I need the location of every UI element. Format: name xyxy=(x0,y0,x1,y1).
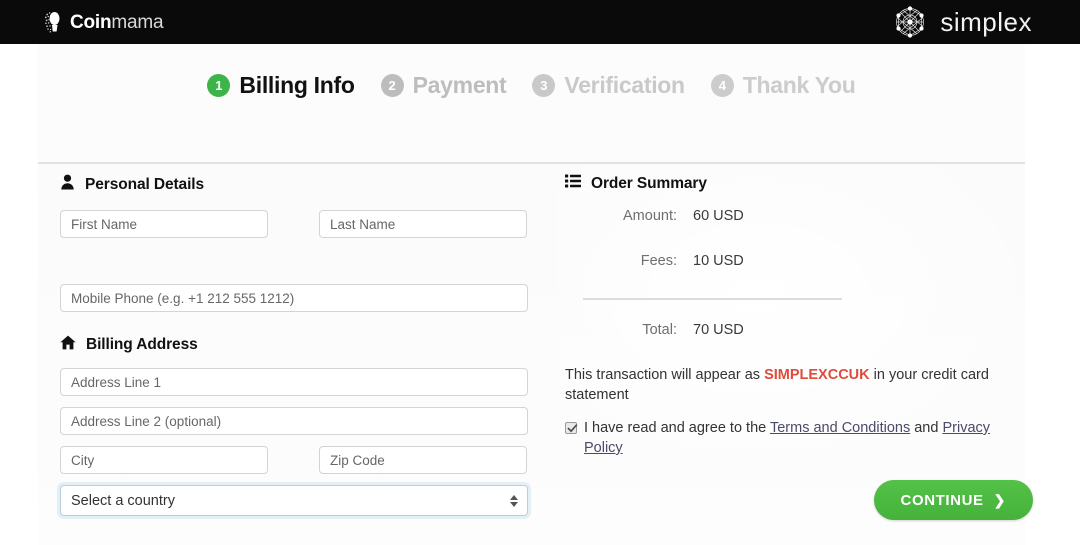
summary-divider xyxy=(583,298,842,300)
checkout-page: 1 Billing Info 2 Payment 3 Verification … xyxy=(0,44,1080,545)
brand-bold-part: Coin xyxy=(70,11,112,33)
person-icon xyxy=(60,174,75,195)
address-line-2-input[interactable] xyxy=(60,407,528,435)
check-icon xyxy=(567,424,578,433)
mobile-phone-input[interactable] xyxy=(60,284,528,312)
chevron-right-icon: ❯ xyxy=(993,492,1006,508)
brand-light-part: mama xyxy=(111,11,164,33)
step-4-label: Thank You xyxy=(742,72,856,98)
checkout-stepper: 1 Billing Info 2 Payment 3 Verification … xyxy=(38,72,1025,99)
summary-row-total: Total: 70 USD xyxy=(565,322,1025,338)
step-2-number: 2 xyxy=(380,74,404,97)
zip-code-input[interactable] xyxy=(319,446,527,474)
step-1-number: 1 xyxy=(207,74,231,97)
terms-checkbox[interactable] xyxy=(565,422,578,434)
step-3-label: Verification xyxy=(564,72,685,98)
step-2-label: Payment xyxy=(412,72,507,98)
fees-label: Fees: xyxy=(640,253,677,269)
coinmama-logo-icon xyxy=(44,10,62,34)
agree-prefix: I have read and agree to the xyxy=(584,420,770,436)
amount-label: Amount: xyxy=(623,208,677,224)
statement-prefix: This transaction will appear as xyxy=(565,367,765,383)
checkout-columns: Personal Details Billing Address xyxy=(38,174,1033,520)
summary-row-fees: Fees: 10 USD xyxy=(565,253,1025,269)
site-header: Coinmama simplex xyxy=(0,0,1080,44)
chevron-updown-icon xyxy=(510,494,518,507)
simplex-wordmark: simplex xyxy=(940,7,1032,37)
phone-row xyxy=(60,284,548,312)
continue-button-label: CONTINUE xyxy=(900,491,984,509)
last-name-input[interactable] xyxy=(319,210,527,238)
order-summary-heading: Order Summary xyxy=(565,174,1025,193)
fees-value: 10 USD xyxy=(693,253,744,269)
country-select-wrapper: Select a country xyxy=(60,485,528,516)
step-payment[interactable]: 2 Payment xyxy=(380,72,507,99)
simplex-brand: simplex xyxy=(890,2,1032,42)
checkout-panel: 1 Billing Info 2 Payment 3 Verification … xyxy=(38,44,1058,545)
first-name-input[interactable] xyxy=(60,210,268,238)
terms-agreement-text: I have read and agree to the Terms and C… xyxy=(584,418,1008,458)
city-input[interactable] xyxy=(60,446,268,474)
step-thank-you[interactable]: 4 Thank You xyxy=(710,72,856,99)
coinmama-brand[interactable]: Coinmama xyxy=(44,10,164,34)
stepper-divider xyxy=(38,162,1025,164)
personal-details-title: Personal Details xyxy=(85,175,205,193)
total-value: 70 USD xyxy=(693,322,744,338)
actions-row: CONTINUE ❯ xyxy=(565,480,1035,520)
terms-agreement-row: I have read and agree to the Terms and C… xyxy=(565,418,1008,458)
agree-conjunction: and xyxy=(910,420,943,436)
step-1-label: Billing Info xyxy=(239,72,355,98)
list-icon xyxy=(565,174,581,193)
address-line-1-input[interactable] xyxy=(60,368,528,396)
city-zip-row xyxy=(60,446,548,474)
step-3-number: 3 xyxy=(532,74,556,97)
order-summary-title: Order Summary xyxy=(591,174,707,192)
terms-and-conditions-link[interactable]: Terms and Conditions xyxy=(770,420,910,436)
step-billing-info[interactable]: 1 Billing Info xyxy=(207,72,355,99)
summary-row-amount: Amount: 60 USD xyxy=(565,208,1025,224)
address-line-1-row xyxy=(60,368,548,396)
order-summary-column: Order Summary Amount: 60 USD Fees: 10 US… xyxy=(548,174,1033,520)
continue-button[interactable]: CONTINUE ❯ xyxy=(873,480,1033,520)
name-row xyxy=(60,210,548,238)
statement-descriptor-code: SIMPLEXCCUK xyxy=(764,367,870,383)
home-icon xyxy=(60,335,76,355)
amount-value: 60 USD xyxy=(693,208,744,224)
billing-address-heading: Billing Address xyxy=(60,335,548,355)
total-label: Total: xyxy=(642,322,677,338)
order-summary-rows: Amount: 60 USD Fees: 10 USD Total: 70 US… xyxy=(565,208,1025,338)
statement-notice: This transaction will appear as SIMPLEXC… xyxy=(565,365,1008,405)
coinmama-wordmark: Coinmama xyxy=(70,11,164,33)
billing-form-column: Personal Details Billing Address xyxy=(38,174,548,520)
billing-address-title: Billing Address xyxy=(86,336,198,353)
step-4-number: 4 xyxy=(710,74,734,97)
personal-details-heading: Personal Details xyxy=(60,174,548,195)
country-select-value: Select a country xyxy=(71,492,175,509)
step-verification[interactable]: 3 Verification xyxy=(532,72,685,99)
country-select[interactable]: Select a country xyxy=(60,485,528,516)
simplex-network-icon xyxy=(890,2,930,42)
address-line-2-row xyxy=(60,407,548,435)
